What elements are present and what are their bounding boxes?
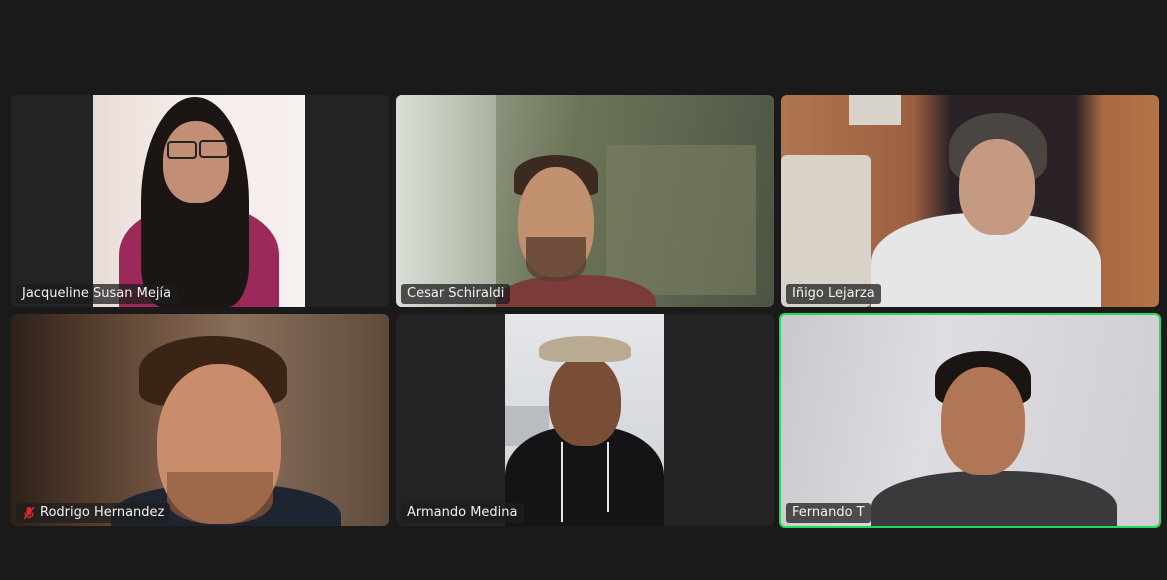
microphone-muted-icon xyxy=(23,506,35,520)
participant-video xyxy=(781,315,1159,526)
participant-name: Jacqueline Susan Mejía xyxy=(22,286,172,301)
participant-name-label: Iñigo Lejarza xyxy=(786,284,881,304)
participant-video xyxy=(11,314,389,526)
participant-name-label: Jacqueline Susan Mejía xyxy=(16,284,178,304)
participant-tile[interactable]: Cesar Schiraldi xyxy=(396,95,774,307)
participant-tile[interactable]: Iñigo Lejarza xyxy=(781,95,1159,307)
participant-tile[interactable]: Jacqueline Susan Mejía xyxy=(11,95,389,307)
participant-video xyxy=(505,314,664,526)
participant-name-label: Cesar Schiraldi xyxy=(401,284,511,304)
participant-name: Iñigo Lejarza xyxy=(792,286,875,301)
participant-name: Rodrigo Hernandez xyxy=(40,505,165,520)
participant-name-label: Fernando T xyxy=(786,503,871,523)
active-speaker-tile[interactable]: Fernando T xyxy=(779,313,1161,528)
participant-video xyxy=(93,95,305,307)
participant-name-label: Rodrigo Hernandez xyxy=(16,503,171,523)
participant-name-label: Armando Medina xyxy=(401,503,524,523)
participant-tile[interactable]: Rodrigo Hernandez xyxy=(11,314,389,526)
participant-video xyxy=(781,95,1159,307)
video-gallery: Jacqueline Susan Mejía Cesar Schiraldi I… xyxy=(0,0,1167,580)
participant-name: Fernando T xyxy=(792,505,865,520)
participant-tile[interactable]: Armando Medina xyxy=(396,314,774,526)
participant-name: Armando Medina xyxy=(407,505,518,520)
participant-name: Cesar Schiraldi xyxy=(407,286,505,301)
participant-video xyxy=(396,95,774,307)
